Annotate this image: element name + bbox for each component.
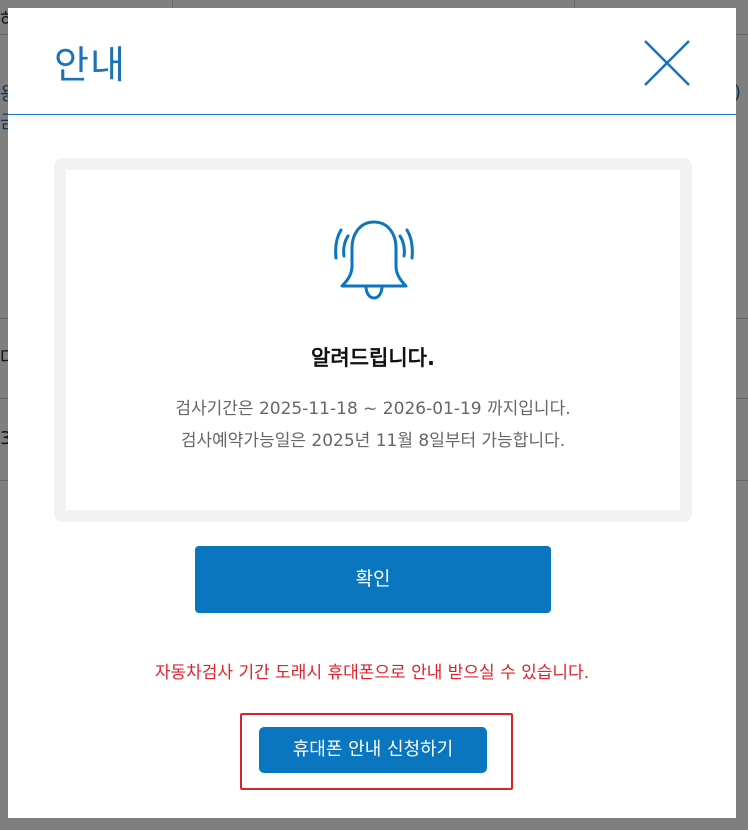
confirm-button[interactable]: 확인 [195, 546, 551, 613]
reservation-date-text: 검사예약가능일은 2025년 11월 8일부터 가능합니다. [180, 431, 566, 451]
notice-card: 알려드립니다. 검사기간은 2025-11-18 ~ 2026-01-19 까지… [54, 158, 692, 522]
notice-heading: 알려드립니다. [311, 346, 435, 370]
sms-apply-button[interactable]: 휴대폰 안내 신청하기 [259, 727, 487, 773]
modal-title: 안내 [54, 43, 126, 87]
close-button[interactable] [642, 38, 692, 88]
notice-card-inner: 알려드립니다. 검사기간은 2025-11-18 ~ 2026-01-19 까지… [66, 170, 680, 510]
close-icon [644, 40, 690, 86]
bell-ringing-icon [334, 220, 414, 300]
modal-header: 안내 [8, 8, 736, 115]
inspection-period-text: 검사기간은 2025-11-18 ~ 2026-01-19 까지입니다. [175, 399, 571, 419]
notice-modal: 안내 알려드립니다. 검사기간은 2025-11-18 ~ 2026-01-19… [8, 8, 736, 818]
sms-notice-text: 자동차검사 기간 도래시 휴대폰으로 안내 받으실 수 있습니다. [154, 663, 590, 683]
